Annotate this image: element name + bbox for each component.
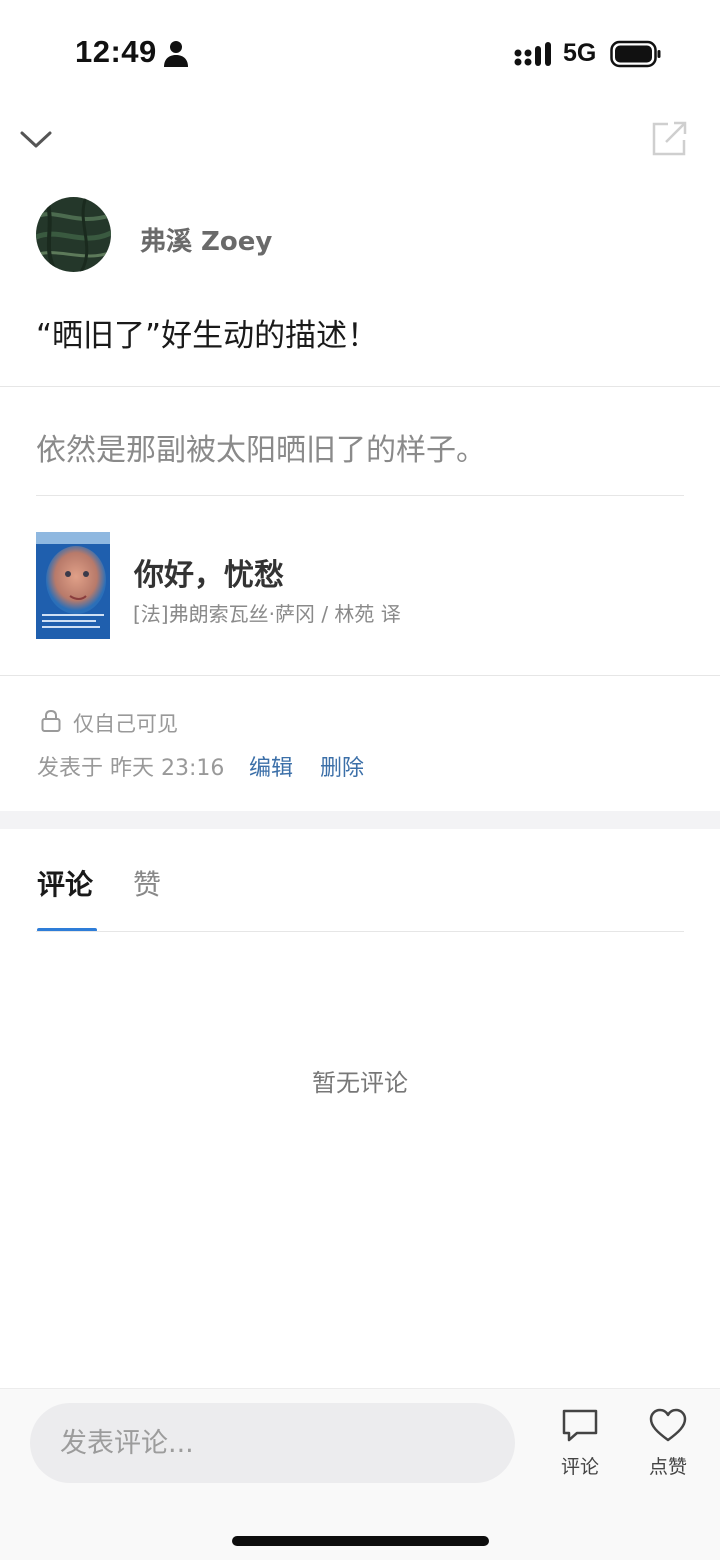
- home-indicator[interactable]: [232, 1536, 489, 1546]
- heart-icon: [649, 1408, 687, 1442]
- note-text: “晒旧了”好生动的描述！: [36, 318, 379, 354]
- delete-button[interactable]: 删除: [320, 750, 364, 782]
- post-time: 发表于 昨天 23:16: [37, 756, 225, 781]
- signal-icon: [514, 42, 551, 66]
- edit-button[interactable]: 编辑: [249, 750, 293, 782]
- visibility-label: 仅自己可见: [73, 712, 178, 736]
- like-button-label: 点赞: [648, 1456, 687, 1478]
- person-icon: [164, 41, 188, 67]
- share-icon: [652, 121, 687, 156]
- lock-icon: [41, 709, 61, 732]
- comment-input[interactable]: [30, 1403, 515, 1483]
- book-author: [法]弗朗索瓦丝·萨冈 / 林苑 译: [133, 602, 401, 626]
- divider: [0, 675, 720, 676]
- section-separator: [0, 811, 720, 829]
- comment-button-label: 评论: [560, 1456, 599, 1478]
- book-cover[interactable]: [36, 532, 110, 639]
- avatar[interactable]: [36, 197, 111, 272]
- battery-icon: [610, 40, 661, 68]
- empty-comments-text: 暂无评论: [312, 1069, 408, 1097]
- tab-comments[interactable]: 评论: [37, 863, 93, 903]
- back-button[interactable]: [16, 120, 56, 160]
- status-time: 12:49: [75, 34, 157, 69]
- divider: [36, 931, 684, 932]
- tab-likes[interactable]: 赞: [133, 863, 161, 903]
- chevron-down-icon: [20, 131, 52, 148]
- network-label: 5G: [563, 39, 597, 67]
- divider: [36, 495, 684, 496]
- share-button[interactable]: [648, 118, 690, 160]
- like-button[interactable]: 点赞: [632, 1408, 704, 1488]
- author-name[interactable]: 弗溪 Zoey: [140, 221, 272, 258]
- comment-button[interactable]: 评论: [544, 1408, 616, 1488]
- quote-text: 依然是那副被太阳晒旧了的样子。: [36, 433, 486, 468]
- divider: [0, 386, 720, 387]
- status-bar: 12:49 5G: [0, 0, 720, 100]
- book-title[interactable]: 你好，忧愁: [134, 550, 284, 594]
- comment-icon: [562, 1409, 598, 1442]
